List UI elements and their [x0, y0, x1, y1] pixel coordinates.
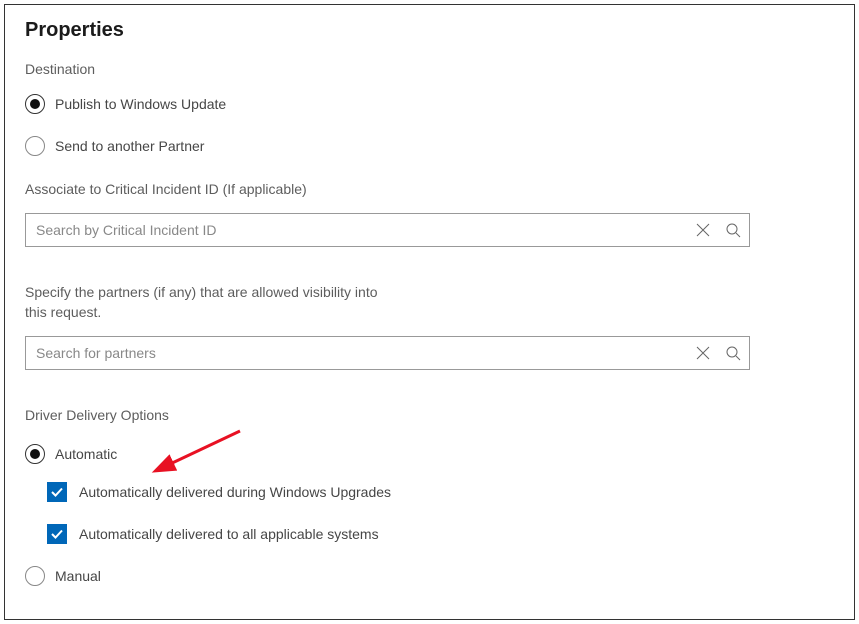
radio-publish-windows-update[interactable]: Publish to Windows Update	[25, 94, 834, 114]
checkbox-icon	[47, 482, 67, 502]
radio-icon	[25, 136, 45, 156]
checkbox-windows-upgrades[interactable]: Automatically delivered during Windows U…	[47, 482, 834, 502]
radio-send-another-partner[interactable]: Send to another Partner	[25, 136, 834, 156]
partners-search-icons	[694, 344, 742, 362]
radio-label: Manual	[55, 568, 101, 584]
radio-manual[interactable]: Manual	[25, 566, 834, 586]
search-icon[interactable]	[724, 344, 742, 362]
radio-label: Send to another Partner	[55, 138, 204, 154]
partners-search-input[interactable]	[25, 336, 750, 370]
search-icon[interactable]	[724, 221, 742, 239]
radio-label: Publish to Windows Update	[55, 96, 226, 112]
radio-label: Automatic	[55, 446, 117, 462]
radio-icon	[25, 94, 45, 114]
destination-radio-group: Publish to Windows Update Send to anothe…	[25, 94, 834, 156]
delivery-section: Driver Delivery Options Automatic Automa…	[25, 406, 834, 586]
partners-label: Specify the partners (if any) that are a…	[25, 283, 385, 322]
checkbox-applicable-systems[interactable]: Automatically delivered to all applicabl…	[47, 524, 834, 544]
checkbox-label: Automatically delivered during Windows U…	[79, 484, 391, 500]
partners-search-wrap	[25, 336, 750, 370]
incident-search-icons	[694, 221, 742, 239]
properties-panel: Properties Destination Publish to Window…	[4, 4, 855, 620]
incident-search-input[interactable]	[25, 213, 750, 247]
destination-label: Destination	[25, 60, 834, 80]
radio-automatic[interactable]: Automatic	[25, 444, 834, 464]
delivery-label: Driver Delivery Options	[25, 406, 834, 426]
page-title: Properties	[25, 19, 834, 42]
automatic-checkbox-group: Automatically delivered during Windows U…	[47, 482, 834, 544]
incident-search-wrap	[25, 213, 750, 247]
incident-label: Associate to Critical Incident ID (If ap…	[25, 180, 834, 200]
clear-icon[interactable]	[694, 221, 712, 239]
clear-icon[interactable]	[694, 344, 712, 362]
radio-icon	[25, 566, 45, 586]
checkbox-label: Automatically delivered to all applicabl…	[79, 526, 379, 542]
radio-icon	[25, 444, 45, 464]
checkbox-icon	[47, 524, 67, 544]
